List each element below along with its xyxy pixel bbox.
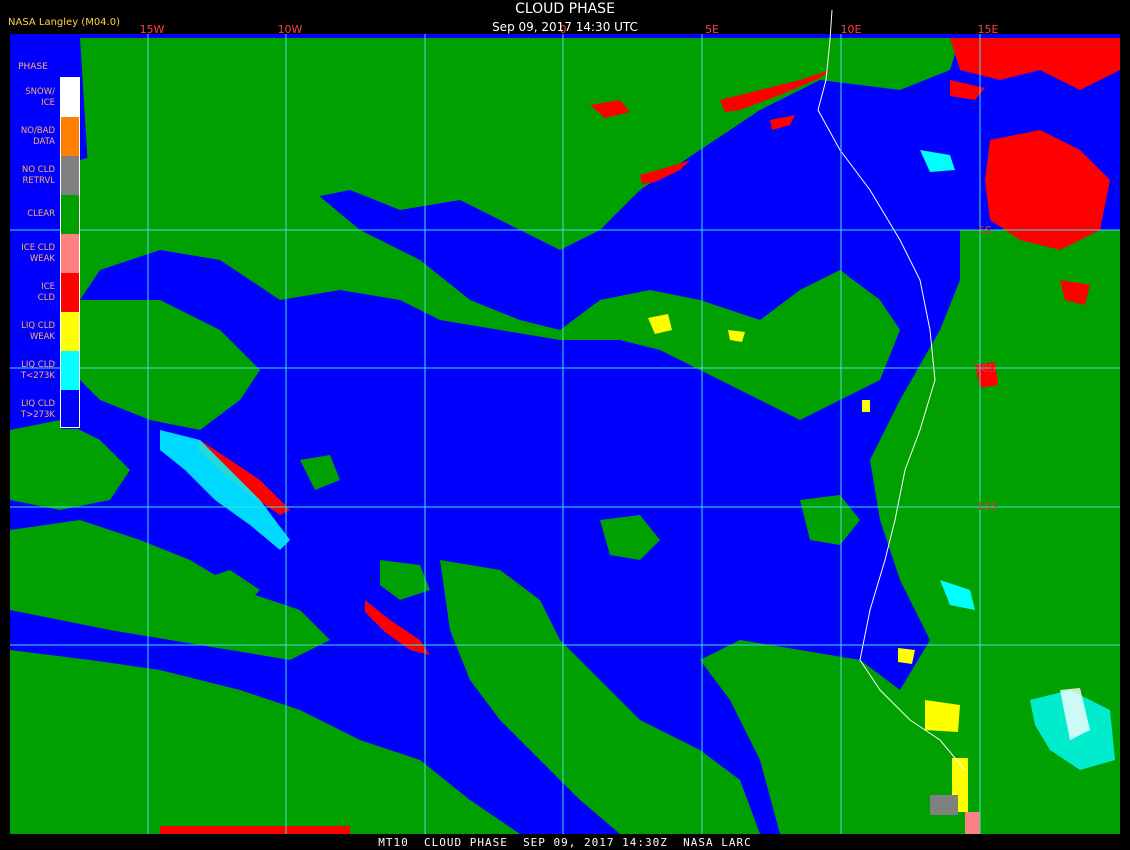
legend-label-8: LIQ CLD T>273K <box>20 398 55 420</box>
legend-label-6: LIQ CLD WEAK <box>21 320 55 342</box>
footer-caption: MT10 CLOUD PHASE SEP 09, 2017 14:30Z NAS… <box>378 836 752 849</box>
cloud-phase-map: 15W 10W 0 5E 10E 15E 5S 10S 15S <box>10 9 1120 834</box>
legend-label-1: NO/BAD DATA <box>20 125 55 147</box>
legend-label-4: ICE CLD WEAK <box>21 242 55 264</box>
legend-label-3: CLEAR <box>27 209 55 219</box>
legend-label-7: LIQ CLD T<273K <box>20 359 55 381</box>
lat-label-5s: 5S <box>978 224 992 237</box>
legend-label-2: NO CLD RETRVL <box>22 164 55 186</box>
map-title: CLOUD PHASE <box>515 1 615 17</box>
lat-label-10s: 10S <box>975 362 996 375</box>
lat-label-15s: 15S <box>977 500 998 513</box>
legend-label-5: ICE CLD <box>37 281 55 303</box>
legend-frame <box>60 77 80 428</box>
map-date: Sep 09, 2017 14:30 UTC <box>492 20 638 34</box>
legend-label-0: SNOW/ICE <box>25 86 55 108</box>
legend-heading: PHASE <box>18 62 48 72</box>
phase-legend: PHASE SNOW/ICE NO/BAD DATA NO CLD RETRVL CLEA… <box>5 52 80 432</box>
